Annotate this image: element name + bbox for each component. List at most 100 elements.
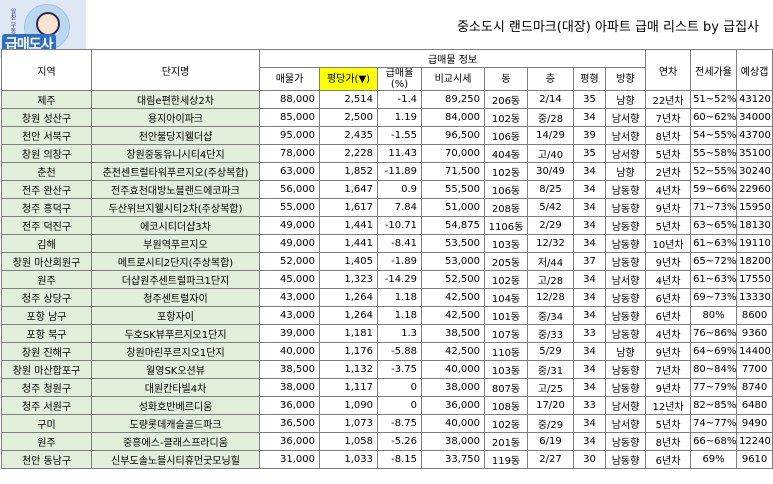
cell-price: 31,000 bbox=[259, 450, 320, 469]
cell-dong: 102동 bbox=[484, 108, 528, 127]
cell-complex: 월영SK오션뷰 bbox=[91, 360, 260, 379]
cell-ratio: -8.41 bbox=[377, 234, 422, 253]
table-row[interactable]: 원주 더샵원주센트럴파크1단지 45,000 1,323 -14.29 52,500 102… bbox=[1, 270, 773, 289]
cell-jeonse: 64~69% bbox=[690, 342, 738, 361]
cell-jeonse: 80~84% bbox=[690, 360, 738, 379]
cell-price: 85,000 bbox=[259, 108, 320, 127]
table-row[interactable]: 춘천 춘천센트럴타워푸르지오(주상복합) 63,000 1,852 -11.89 71,5… bbox=[1, 162, 773, 181]
cell-dong: 206동 bbox=[484, 90, 528, 109]
cell-floor: 중/29 bbox=[527, 414, 574, 433]
cell-region: 전주 덕진구 bbox=[1, 216, 92, 235]
header-pyeong[interactable]: 평형 bbox=[573, 67, 606, 91]
cell-ratio: -5.26 bbox=[377, 432, 422, 451]
table-row[interactable]: 전주 덕진구 에코시티더샵3차 49,000 1,441 -10.71 54,875 110… bbox=[1, 216, 773, 235]
header-market[interactable]: 비교시세 bbox=[421, 67, 485, 91]
table-row[interactable]: 천안 서북구 천안불당지웰더샵 95,000 2,435 -1.55 96,500 106동… bbox=[1, 126, 773, 145]
cell-per-pyeong: 1,033 bbox=[319, 450, 378, 469]
cell-region: 창원 의창구 bbox=[1, 144, 92, 163]
cell-per-pyeong: 1,073 bbox=[319, 414, 378, 433]
cell-market: 71,500 bbox=[421, 162, 485, 181]
cell-direction: 남동향 bbox=[604, 432, 647, 451]
header-age[interactable]: 연차 bbox=[645, 49, 692, 91]
cell-age: 5년차 bbox=[645, 414, 692, 433]
cell-dong: 208동 bbox=[484, 198, 528, 217]
cell-floor: 12/28 bbox=[527, 288, 574, 307]
table-row[interactable]: 천안 동남구 신부도솔노블시티휴먼굿모닝힐 31,000 1,033 -8.15 33,7… bbox=[1, 450, 773, 469]
cell-region: 창원 성산구 bbox=[1, 108, 92, 127]
table-row[interactable]: 창원 마산합포구 월영SK오션뷰 38,500 1,132 -3.75 40,000 103… bbox=[1, 360, 773, 379]
table-row[interactable]: 창원 성산구 용지아이파크 85,000 2,500 1.19 84,000 102동 중/2… bbox=[1, 108, 773, 127]
cell-complex: 전주효천대방노블랜드에코파크 bbox=[91, 180, 260, 199]
header-direction[interactable]: 방향 bbox=[604, 67, 647, 91]
cell-dong: 110동 bbox=[484, 342, 528, 361]
table-row[interactable]: 창원 진해구 창원마린푸르지오1단지 40,000 1,176 -5.88 42,500 1… bbox=[1, 342, 773, 361]
cell-age: 9년차 bbox=[645, 378, 692, 397]
header-jeonse[interactable]: 전세가율 bbox=[690, 49, 738, 91]
cell-ratio: -1.55 bbox=[377, 126, 422, 145]
cell-age: 7년차 bbox=[645, 108, 692, 127]
cell-dong: 103동 bbox=[484, 234, 528, 253]
cell-floor: 저/44 bbox=[527, 252, 574, 271]
cell-price: 43,000 bbox=[259, 288, 320, 307]
cell-pyeong: 34 bbox=[573, 270, 606, 289]
cell-age: 10년차 bbox=[645, 234, 692, 253]
cell-floor: 고/25 bbox=[527, 378, 574, 397]
cell-jeonse: 69% bbox=[690, 450, 738, 469]
header-gap[interactable]: 예상갭 bbox=[736, 49, 773, 91]
cell-market: 54,875 bbox=[421, 216, 485, 235]
cell-gap: 18200 bbox=[736, 252, 773, 271]
cell-region: 천안 서북구 bbox=[1, 126, 92, 145]
cell-age: 5년차 bbox=[645, 144, 692, 163]
cell-ratio: 1.18 bbox=[377, 306, 422, 325]
cell-pyeong: 33 bbox=[573, 396, 606, 415]
cell-price: 95,000 bbox=[259, 126, 320, 145]
cell-ratio: 1.18 bbox=[377, 288, 422, 307]
cell-price: 43,000 bbox=[259, 306, 320, 325]
header-region[interactable]: 지역 bbox=[1, 49, 92, 91]
table-row[interactable]: 창원 마산회원구 메트로시티2단지(주상복합) 52,000 1,405 -1.89 53… bbox=[1, 252, 773, 271]
cell-dong: 108동 bbox=[484, 396, 528, 415]
table-row[interactable]: 창원 의창구 창원중동유니시티4단지 78,000 2,228 11.43 70,000 4… bbox=[1, 144, 773, 163]
table-row[interactable]: 원주 중흥에스-클래스프라디움 36,000 1,058 -5.26 38,000 201동… bbox=[1, 432, 773, 451]
cell-price: 49,000 bbox=[259, 234, 320, 253]
header-ratio[interactable]: 급매율 (%) bbox=[377, 67, 422, 91]
cell-jeonse: 82~85% bbox=[690, 396, 738, 415]
table-row[interactable]: 청주 서원구 성화호반베르디움 36,000 1,090 0 36,000 108동 17/2… bbox=[1, 396, 773, 415]
cell-per-pyeong: 1,264 bbox=[319, 288, 378, 307]
cell-pyeong: 39 bbox=[573, 126, 606, 145]
cell-jeonse: 69~73% bbox=[690, 288, 738, 307]
header-price[interactable]: 매물가 bbox=[259, 67, 320, 91]
cell-market: 42,500 bbox=[421, 288, 485, 307]
table-row[interactable]: 김해 부원역푸르지오 49,000 1,441 -8.41 53,500 103동 12/32… bbox=[1, 234, 773, 253]
table-row[interactable]: 청주 흥덕구 두산위브지웰시티2차(주상복합) 55,000 1,617 7.84 51,… bbox=[1, 198, 773, 217]
table-row[interactable]: 청주 청원구 대원칸타빌4차 38,000 1,117 0 38,000 807동 고/25 3… bbox=[1, 378, 773, 397]
table-row[interactable]: 포항 북구 두호SK뷰푸르지오1단지 39,000 1,181 1.3 38,500 107… bbox=[1, 324, 773, 343]
cell-region: 춘천 bbox=[1, 162, 92, 181]
cell-per-pyeong: 1,405 bbox=[319, 252, 378, 271]
cell-age: 12년차 bbox=[645, 396, 692, 415]
table-row[interactable]: 구미 도량롯데캐슬골드파크 36,500 1,073 -8.75 40,000 102동 중/… bbox=[1, 414, 773, 433]
header-dong[interactable]: 동 bbox=[484, 67, 528, 91]
cell-gap: 14400 bbox=[736, 342, 773, 361]
header-group: 급매물 정보 bbox=[258, 49, 647, 68]
table-row[interactable]: 청주 상당구 청주센트럴자이 43,000 1,264 1.18 42,500 104동 12… bbox=[1, 288, 773, 307]
cell-direction: 남동향 bbox=[604, 324, 647, 343]
header-complex[interactable]: 단지명 bbox=[91, 49, 260, 91]
cell-age: 7년차 bbox=[645, 360, 692, 379]
cell-dong: 404동 bbox=[484, 144, 528, 163]
cell-pyeong: 35 bbox=[573, 90, 606, 109]
cell-ratio: 0.9 bbox=[377, 180, 422, 199]
cell-pyeong: 34 bbox=[573, 342, 606, 361]
cell-gap: 13330 bbox=[736, 288, 773, 307]
cell-age: 9년차 bbox=[645, 342, 692, 361]
header-floor[interactable]: 층 bbox=[527, 67, 574, 91]
table-row[interactable]: 포항 남구 포항자이 43,000 1,264 1.18 42,500 101동 중/34 34… bbox=[1, 306, 773, 325]
cell-dong: 201동 bbox=[484, 432, 528, 451]
cell-market: 38,000 bbox=[421, 432, 485, 451]
table-row[interactable]: 전주 완산구 전주효천대방노블랜드에코파크 56,000 1,647 0.9 55,500… bbox=[1, 180, 773, 199]
header-per-pyeong[interactable]: 평당가(▼) bbox=[319, 67, 378, 91]
cell-pyeong: 34 bbox=[573, 306, 606, 325]
table-row[interactable]: 제주 대림e편한세상2차 88,000 2,514 -1.4 89,250 206동 2/14… bbox=[1, 90, 773, 109]
cell-market: 84,000 bbox=[421, 108, 485, 127]
cell-complex: 천안불당지웰더샵 bbox=[91, 126, 260, 145]
